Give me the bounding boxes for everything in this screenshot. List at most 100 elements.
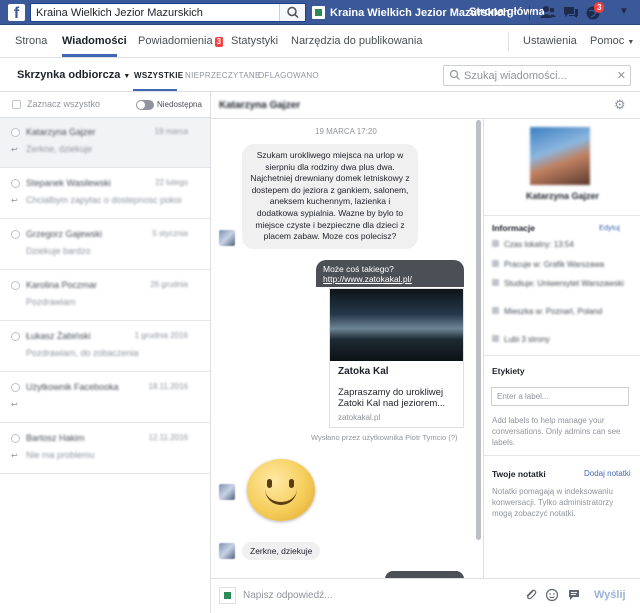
divider bbox=[484, 215, 640, 216]
reply-bar: Napisz odpowiedź... Wyślij bbox=[211, 578, 640, 613]
contact-name: Użytkownik Facebooka bbox=[26, 382, 119, 392]
divider bbox=[484, 455, 640, 456]
reply-arrow-icon: ↩ bbox=[11, 196, 18, 205]
settings-link[interactable]: Ustawienia bbox=[523, 35, 577, 47]
list-item[interactable]: Łukasz Żabiński 1 grudnia 2016 Pozdrawia… bbox=[0, 322, 210, 372]
info-row: Pracuje w: Grafik Warszawa bbox=[492, 260, 604, 269]
page-nav: Strona Wiadomości Powiadomienia 3 Statyst… bbox=[0, 25, 640, 58]
row-checkbox[interactable] bbox=[11, 179, 20, 188]
incoming-message: Zerkne, dziekuje bbox=[242, 542, 321, 560]
outgoing-text: Może coś takiego? bbox=[323, 264, 394, 274]
messages-icon[interactable] bbox=[563, 5, 579, 20]
help-menu[interactable]: Pomoc ▼ bbox=[590, 35, 634, 47]
notifications-badge: 3 bbox=[214, 37, 224, 47]
list-item[interactable]: Stepanek Wasilewski 22 lutego ↩ Chcialby… bbox=[0, 169, 210, 219]
info-text: Lubi 3 strony bbox=[504, 335, 550, 344]
chat-contact-name[interactable]: Katarzyna Gajzer bbox=[219, 100, 300, 111]
home-link[interactable]: Strona główna bbox=[469, 6, 545, 18]
list-item[interactable]: Użytkownik Facebooka 18.11.2016 ↩ bbox=[0, 373, 210, 423]
list-item[interactable]: Karolina Poczmar 26 grudnia Pozdrawiam bbox=[0, 271, 210, 321]
outgoing-link[interactable]: http://www.zatokakal.pl/ bbox=[323, 274, 457, 284]
conversation-snippet: Chcialbym zapytac o dostepnosc pokoi bbox=[26, 195, 182, 205]
active-tab-indicator bbox=[62, 54, 117, 57]
list-item[interactable]: Katarzyna Gajzer 19 marca ↩ Zerkne, dzie… bbox=[0, 118, 210, 168]
row-checkbox[interactable] bbox=[11, 332, 20, 341]
outgoing-message: Może coś takiego? http://www.zatokakal.p… bbox=[316, 260, 464, 287]
divider bbox=[529, 5, 530, 20]
row-checkbox[interactable] bbox=[11, 383, 20, 392]
chevron-down-icon: ▼ bbox=[627, 39, 635, 46]
contact-name: Karolina Poczmar bbox=[26, 280, 98, 290]
sent-by-note: Wysłano przez użytkownika Piotr Tymcio (… bbox=[311, 433, 458, 442]
avatar bbox=[219, 230, 235, 246]
row-checkbox[interactable] bbox=[11, 128, 20, 137]
search-placeholder: Szukaj wiadomości... bbox=[464, 70, 567, 82]
filter-unread[interactable]: NIEPRZECZYTANE bbox=[185, 71, 261, 80]
active-filter-indicator bbox=[133, 89, 177, 91]
incoming-message: Szukam urokliwego miejsca na urlop w sie… bbox=[242, 144, 418, 249]
info-row: Czas lokalny: 13:54 bbox=[492, 240, 574, 249]
row-checkbox[interactable] bbox=[11, 281, 20, 290]
info-text: Czas lokalny: 13:54 bbox=[504, 240, 574, 249]
notification-badge: 3 bbox=[594, 2, 605, 13]
conversation-list: Zaznacz wszystko Niedostępna Katarzyna G… bbox=[0, 92, 211, 613]
close-icon[interactable]: ✕ bbox=[617, 69, 626, 82]
profile-panel: Katarzyna Gajzer Informacje Edytuj Czas … bbox=[483, 119, 640, 578]
tab-messages[interactable]: Wiadomości bbox=[62, 35, 127, 47]
account-menu-chevron-down-icon[interactable]: ▼ bbox=[619, 6, 629, 17]
tab-notifications[interactable]: Powiadomienia 3 bbox=[138, 35, 224, 47]
filter-flagged[interactable]: OFLAGOWANO bbox=[258, 71, 319, 80]
avatar bbox=[219, 543, 235, 559]
notes-help-text: Notatki pomagają w indeksowaniu konwersa… bbox=[492, 487, 614, 518]
tab-insights[interactable]: Statystyki bbox=[231, 35, 278, 47]
reply-input[interactable]: Napisz odpowiedź... bbox=[243, 590, 333, 601]
select-all-label[interactable]: Zaznacz wszystko bbox=[27, 99, 100, 109]
availability-toggle[interactable] bbox=[136, 100, 154, 110]
availability-label: Niedostępna bbox=[157, 100, 202, 109]
row-checkbox[interactable] bbox=[11, 230, 20, 239]
conversation-snippet: Pozdrawiam bbox=[26, 297, 76, 307]
global-search-input[interactable]: Kraina Wielkich Jezior Mazurskich bbox=[30, 3, 306, 22]
saved-replies-icon[interactable] bbox=[567, 588, 581, 602]
conversation-snippet: Nie ma problemu bbox=[26, 450, 95, 460]
contact-name: Grzegorz Gajewski bbox=[26, 229, 103, 239]
divider bbox=[508, 33, 509, 51]
label-input[interactable]: Enter a label... bbox=[491, 387, 629, 406]
inbox-dropdown[interactable]: Skrzynka odbiorcza ▼ bbox=[17, 69, 130, 81]
message-search-input[interactable]: Szukaj wiadomości... ✕ bbox=[443, 65, 631, 86]
gear-icon[interactable]: ⚙ bbox=[614, 97, 626, 113]
link-preview-card[interactable]: Zatoka Kal Zapraszamy do urokliwej Zatok… bbox=[329, 288, 464, 428]
page-avatar bbox=[219, 587, 236, 604]
contact-name: Bartosz Hakim bbox=[26, 433, 85, 443]
profile-name[interactable]: Katarzyna Gajzer bbox=[484, 191, 640, 201]
facebook-logo-icon[interactable]: f bbox=[8, 4, 25, 21]
link-preview-image bbox=[330, 289, 463, 361]
scrollbar[interactable] bbox=[476, 120, 481, 540]
reply-arrow-icon: ↩ bbox=[11, 145, 18, 154]
search-button[interactable] bbox=[279, 4, 305, 21]
clock-icon bbox=[492, 240, 499, 247]
select-all-row: Zaznacz wszystko Niedostępna bbox=[0, 92, 210, 118]
search-value[interactable]: Kraina Wielkich Jezior Mazurskich bbox=[36, 7, 203, 19]
notes-section-title: Twoje notatki bbox=[492, 469, 546, 479]
edit-info-link[interactable]: Edytuj bbox=[599, 223, 620, 232]
tab-publishing-tools[interactable]: Narzędzia do publikowania bbox=[291, 35, 422, 47]
row-checkbox[interactable] bbox=[11, 434, 20, 443]
profile-photo[interactable] bbox=[530, 127, 590, 185]
list-item[interactable]: Grzegorz Gajewski 5 stycznia Dziekuje ba… bbox=[0, 220, 210, 270]
home-icon bbox=[492, 307, 499, 314]
contact-name: Łukasz Żabiński bbox=[26, 331, 91, 341]
chat-header: Katarzyna Gajzer ⚙ bbox=[211, 92, 640, 119]
add-notes-link[interactable]: Dodaj notatki bbox=[584, 469, 631, 478]
smiley-sticker bbox=[247, 459, 315, 521]
list-item[interactable]: Bartosz Hakim 12.11.2016 ↩ Nie ma proble… bbox=[0, 424, 210, 474]
select-all-checkbox[interactable] bbox=[12, 100, 21, 109]
chevron-down-icon: ▼ bbox=[123, 73, 131, 80]
attachment-icon[interactable] bbox=[524, 588, 538, 602]
friend-requests-icon[interactable] bbox=[540, 5, 556, 20]
tab-page[interactable]: Strona bbox=[15, 35, 47, 47]
filter-all[interactable]: WSZYSTKIE bbox=[134, 71, 183, 80]
send-button[interactable]: Wyślij bbox=[594, 589, 626, 601]
emoji-icon[interactable] bbox=[545, 588, 559, 602]
conversation-date: 1 grudnia 2016 bbox=[134, 331, 188, 340]
